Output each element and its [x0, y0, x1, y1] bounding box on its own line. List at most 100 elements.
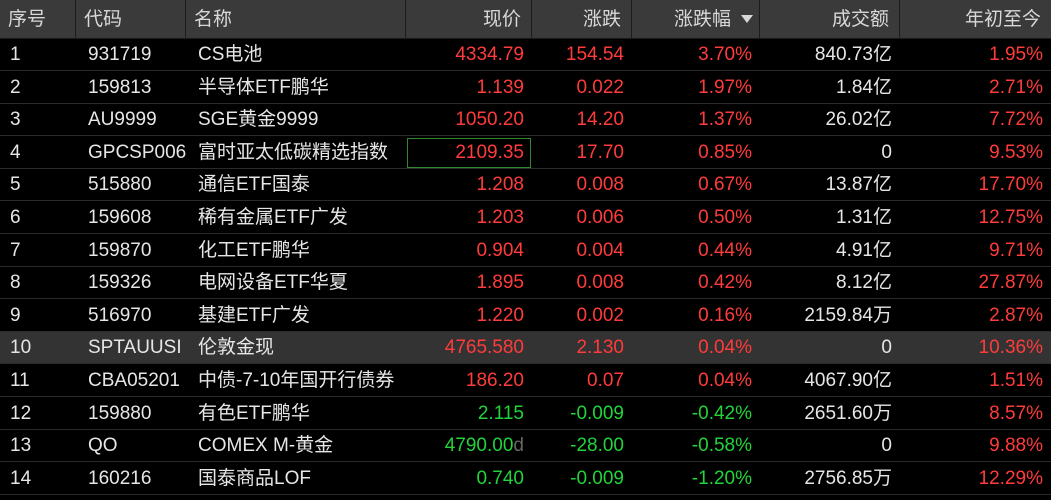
row-index: 3 — [10, 109, 21, 131]
table-row[interactable]: 7 159870 化工ETF鹏华 0.904 0.004 0.44% 4.91亿 9.71% — [0, 235, 1051, 267]
row-index: 7 — [10, 239, 21, 261]
row-code: SPTAUUSI — [88, 337, 182, 359]
row-volume: 1.31亿 — [836, 207, 892, 228]
table-row[interactable]: 6 159608 稀有金属ETF广发 1.203 0.006 0.50% 1.31亿 12.7… — [0, 202, 1051, 234]
table-row[interactable]: 3 AU9999 SGE黄金9999 1050.20 14.20 1.37% 26.02亿 7… — [0, 104, 1051, 137]
column-header-volume[interactable]: 成交额 — [760, 0, 900, 39]
row-volume: 4067.90亿 — [804, 370, 892, 391]
row-price: 1050.20 — [406, 104, 532, 136]
row-ytd: 2.71% — [989, 76, 1043, 98]
row-index: 11 — [10, 370, 30, 391]
row-volume: 0 — [881, 141, 892, 163]
row-name: 国泰商品LOF — [198, 467, 311, 489]
column-header-change-percent[interactable]: 涨跌幅 — [632, 0, 760, 39]
row-change: 0.008 — [576, 174, 624, 196]
row-change: -28.00 — [570, 435, 624, 457]
row-price: 1.208 — [406, 169, 532, 201]
column-header-change[interactable]: 涨跌 — [532, 0, 632, 39]
column-header-price[interactable]: 现价 — [406, 0, 532, 39]
row-volume: 1.84亿 — [836, 76, 892, 98]
row-name: 伦敦金现 — [198, 337, 275, 359]
table-row[interactable]: 11 CBA05201 中债-7-10年国开行债券 186.20 0.07 0.04% 40… — [0, 365, 1051, 397]
row-price-value: 1.203 — [476, 207, 524, 228]
row-change: -0.009 — [570, 402, 624, 424]
row-price-value: 4765.580 — [444, 337, 524, 359]
column-header-code[interactable]: 代码 — [76, 0, 186, 39]
row-index: 6 — [10, 207, 21, 228]
row-code: 159880 — [88, 402, 152, 424]
row-name: 中债-7-10年国开行债券 — [198, 370, 395, 391]
row-change-percent: -1.20% — [691, 467, 752, 489]
table-row[interactable]: 2 159813 半导体ETF鹏华 1.139 0.022 1.97% 1.84亿 2.71% — [0, 72, 1051, 104]
row-ytd: 2.87% — [989, 304, 1043, 326]
row-price: 1.220 — [406, 300, 532, 332]
row-ytd: 9.71% — [989, 239, 1043, 261]
row-change-percent: -0.58% — [691, 435, 752, 457]
quote-table: 序号 代码 名称 现价 涨跌 涨跌幅 成交额 年初至今 1 931719 CS电池 4… — [0, 0, 1051, 500]
row-index: 5 — [10, 174, 21, 196]
row-change-percent: 1.37% — [698, 109, 752, 131]
row-price-value: 2109.35 — [455, 141, 524, 163]
row-change: 0.022 — [576, 76, 624, 98]
row-index: 10 — [10, 337, 32, 359]
row-code: 516970 — [88, 304, 152, 326]
row-change: 14.20 — [576, 109, 624, 131]
row-index: 2 — [10, 76, 21, 98]
row-name: 稀有金属ETF广发 — [198, 207, 348, 228]
row-price: 1.203 — [406, 202, 532, 234]
row-name: 通信ETF国泰 — [198, 174, 310, 196]
row-ytd: 9.53% — [989, 141, 1043, 163]
table-row[interactable]: 12 159880 有色ETF鹏华 2.115 -0.009 -0.42% 2651.60万… — [0, 398, 1051, 430]
row-change-percent: 0.42% — [698, 272, 752, 294]
row-name: SGE黄金9999 — [198, 109, 319, 131]
row-change: 0.004 — [576, 239, 624, 261]
row-ytd: 17.70% — [978, 174, 1043, 196]
row-code: 515880 — [88, 174, 152, 196]
row-price: 1.895 — [406, 267, 532, 299]
table-row[interactable]: 4 GPCSP006 富时亚太低碳精选指数 2109.35 17.70 0.85% 0 9.5… — [0, 137, 1051, 169]
table-row[interactable]: 14 160216 国泰商品LOF 0.740 -0.009 -1.20% 2756.85万… — [0, 463, 1051, 495]
row-price-value: 4790.00 — [444, 435, 514, 457]
row-change-percent: -0.42% — [691, 402, 752, 424]
row-volume: 0 — [881, 435, 892, 457]
column-header-index[interactable]: 序号 — [0, 0, 76, 39]
table-row[interactable]: 8 159326 电网设备ETF华夏 1.895 0.008 0.42% 8.12亿 27.8… — [0, 267, 1051, 300]
table-row[interactable]: 13 QO COMEX M-黄金 4790.00d -28.00 -0.58% 0 9.88% — [0, 430, 1051, 463]
row-code: 159326 — [88, 272, 152, 294]
table-row[interactable]: 10 SPTAUUSI 伦敦金现 4765.580 2.130 0.04% 0 10.36% — [0, 332, 1051, 365]
row-ytd: 9.88% — [989, 435, 1043, 457]
row-change: 0.008 — [576, 272, 624, 294]
row-ytd: 1.95% — [989, 44, 1043, 65]
column-header-name[interactable]: 名称 — [186, 0, 406, 39]
table-row[interactable]: 5 515880 通信ETF国泰 1.208 0.008 0.67% 13.87亿 17.70… — [0, 169, 1051, 202]
row-change: -0.009 — [570, 467, 624, 489]
row-price: 0.904 — [406, 235, 532, 267]
row-change: 0.002 — [576, 304, 624, 326]
row-index: 4 — [10, 141, 21, 163]
row-index: 1 — [10, 44, 21, 65]
row-change: 0.07 — [587, 370, 624, 391]
row-price-value: 2.115 — [477, 402, 524, 424]
sort-desc-triangle-icon[interactable] — [741, 15, 753, 23]
row-volume: 0 — [881, 337, 892, 359]
row-index: 9 — [10, 304, 21, 326]
row-price-value: 1.139 — [476, 76, 524, 98]
row-price: 2109.35 — [406, 137, 532, 169]
row-name: 基建ETF广发 — [198, 304, 310, 326]
row-code: AU9999 — [88, 109, 157, 131]
row-name: CS电池 — [198, 44, 263, 65]
row-price: 186.20 — [406, 365, 532, 397]
row-ytd: 8.57% — [989, 402, 1043, 424]
table-row[interactable]: 1 931719 CS电池 4334.79 154.54 3.70% 840.73亿 1.95… — [0, 39, 1051, 71]
row-ytd: 10.36% — [978, 337, 1043, 359]
row-change-percent: 0.50% — [698, 207, 752, 228]
row-change: 2.130 — [576, 337, 624, 359]
table-row[interactable]: 9 516970 基建ETF广发 1.220 0.002 0.16% 2159.84万 2.8… — [0, 300, 1051, 332]
row-change-percent: 0.44% — [698, 239, 752, 261]
row-change-percent: 0.16% — [698, 304, 752, 326]
row-volume: 840.73亿 — [814, 44, 892, 65]
row-price-value: 1.208 — [476, 174, 524, 196]
row-code: 931719 — [88, 44, 152, 65]
column-header-ytd[interactable]: 年初至今 — [900, 0, 1051, 39]
row-name: 化工ETF鹏华 — [198, 239, 310, 261]
